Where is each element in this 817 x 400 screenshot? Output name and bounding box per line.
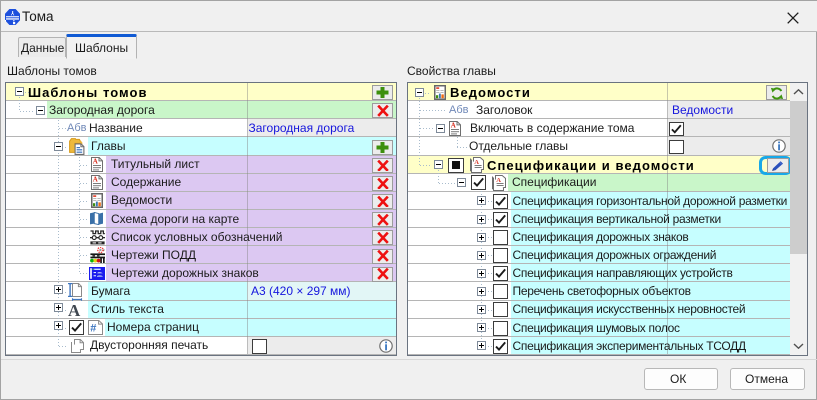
svg-text:A: A <box>451 121 456 129</box>
svg-text:A: A <box>496 177 501 184</box>
svg-text:A: A <box>93 176 98 184</box>
svg-text:A: A <box>474 159 479 166</box>
svg-text:#: # <box>90 323 96 335</box>
svg-text:A: A <box>93 158 98 166</box>
